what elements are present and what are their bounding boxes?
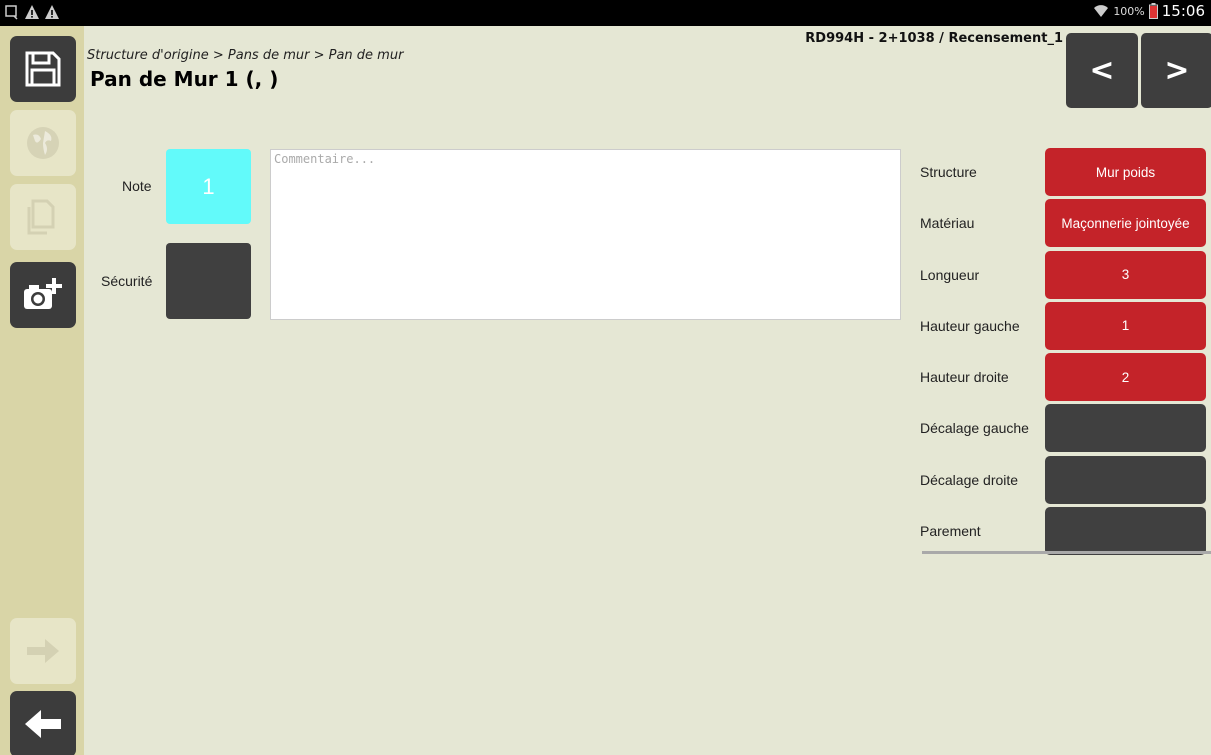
add-photo-icon xyxy=(24,278,62,309)
note-label: Note xyxy=(122,178,152,194)
add-photo-button[interactable] xyxy=(10,262,76,328)
property-row-structure: Structure Mur poids xyxy=(910,148,1211,199)
save-icon xyxy=(25,51,61,87)
globe-icon xyxy=(27,127,59,159)
clock: 15:06 xyxy=(1161,2,1205,20)
property-row-hauteur-droite: Hauteur droite 2 xyxy=(910,353,1211,404)
notification-icons xyxy=(4,4,60,20)
property-row-hauteur-gauche: Hauteur gauche 1 xyxy=(910,301,1211,353)
property-value-button[interactable] xyxy=(1045,404,1206,453)
property-value-button[interactable] xyxy=(1045,507,1206,556)
properties-divider xyxy=(922,551,1211,554)
previous-button[interactable]: < xyxy=(1066,33,1138,108)
property-value-button[interactable]: 2 xyxy=(1045,353,1206,402)
save-button[interactable] xyxy=(10,36,76,102)
map-button[interactable] xyxy=(10,110,76,176)
arrow-right-icon xyxy=(27,639,59,663)
property-label: Hauteur droite xyxy=(920,369,1009,386)
back-button[interactable] xyxy=(10,691,76,755)
arrow-left-icon xyxy=(25,710,61,738)
comment-field[interactable] xyxy=(270,149,901,320)
property-value-button[interactable] xyxy=(1045,455,1206,504)
property-label: Matériau xyxy=(920,215,975,232)
battery-icon xyxy=(1148,3,1158,19)
properties-list: Structure Mur poids Matériau Maçonnerie … xyxy=(910,148,1211,558)
copy-button[interactable] xyxy=(10,184,76,250)
property-label: Parement xyxy=(920,523,981,540)
warning-icon xyxy=(25,5,39,19)
copy-icon xyxy=(27,199,55,235)
note-value-button[interactable]: 1 xyxy=(166,149,251,224)
page-title: Pan de Mur 1 (, ) xyxy=(90,67,279,91)
property-row-materiau: Matériau Maçonnerie jointoyée xyxy=(910,199,1211,250)
property-label: Structure xyxy=(920,164,977,180)
property-value-button[interactable]: 3 xyxy=(1045,250,1206,299)
battery-percent: 100% xyxy=(1113,4,1145,18)
screen-icon xyxy=(5,5,18,20)
property-value-button[interactable]: 1 xyxy=(1045,301,1206,350)
property-label: Longueur xyxy=(920,266,980,283)
security-label: Sécurité xyxy=(101,273,153,289)
next-step-button[interactable] xyxy=(10,618,76,684)
breadcrumb: Structure d'origine > Pans de mur > Pan … xyxy=(87,48,404,63)
property-value-button[interactable]: Maçonnerie jointoyée xyxy=(1045,199,1206,248)
property-label: Hauteur gauche xyxy=(920,317,1020,334)
property-row-decalage-droite: Décalage droite xyxy=(910,455,1211,507)
property-label: Décalage droite xyxy=(920,471,1019,488)
status-bar: 100% 15:06 xyxy=(0,0,1211,26)
property-row-decalage-gauche: Décalage gauche xyxy=(910,404,1211,455)
property-value-button[interactable]: Mur poids xyxy=(1045,148,1206,196)
warning-icon xyxy=(45,5,59,19)
property-label: Décalage gauche xyxy=(920,420,1029,437)
property-row-longueur: Longueur 3 xyxy=(910,250,1211,302)
record-reference: RD994H - 2+1038 / Recensement_1 xyxy=(805,31,1063,46)
next-button[interactable]: > xyxy=(1141,33,1211,108)
sidebar xyxy=(0,26,84,755)
security-value-button[interactable] xyxy=(166,243,251,319)
wifi-icon xyxy=(1094,5,1109,17)
